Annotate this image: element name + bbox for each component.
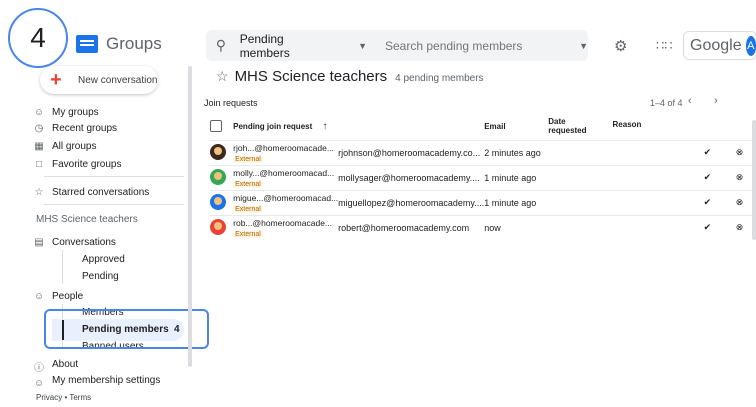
groups-logo-icon [76,35,98,53]
sidebar-item-my-groups[interactable]: My groups [52,104,99,120]
membership-settings-icon: ☺ [33,378,45,389]
star-icon: ☆ [34,187,44,198]
external-badge: External [233,205,263,213]
requester-name: rjoh...@homeroomacade... [233,142,334,153]
table-row[interactable]: rjoh...@homeroomacade... External rjohnso… [210,139,756,165]
avatar [210,143,226,160]
groups-icon: ☺ [33,107,45,118]
check-circle-icon[interactable]: ✔︎ [691,139,724,165]
column-header-date-wrap: Date requested Reason [548,114,692,140]
requester-name: molly...@homeroomacad... [233,167,335,178]
date-requested: 1 minute ago [484,189,549,215]
column-header-email-wrap: Email [484,114,548,140]
sidebar-item-conversations[interactable]: Conversations [52,234,116,250]
sidebar-item-people[interactable]: People [52,288,83,304]
search-options-icon[interactable]: ▼ [579,41,588,51]
chevron-left-icon[interactable]: ‹ [688,95,692,107]
external-badge: External [233,230,263,238]
check-circle-icon[interactable]: ✔︎ [691,164,724,190]
requester-name: rob...@homeroomacade... [233,217,333,228]
join-requests-table: Pending join request ↑ Email Date reques… [210,114,756,240]
search-scope[interactable]: Pending members [240,32,336,60]
app-header: Groups ⚲ Pending members ▼ ▼ ⚙ ∷∷ Google… [0,0,756,62]
account-avatar[interactable]: A [745,35,756,56]
conversations-icon: ▤ [34,237,44,248]
scope-dropdown-icon[interactable]: ▼ [358,41,367,51]
group-title-row: ☆ MHS Science teachers 4 pending members [216,68,484,85]
sidebar-item-starred[interactable]: Starred conversations [52,184,149,200]
table-row[interactable]: molly...@homeroomacad... External mollysa… [210,164,756,190]
column-header-email[interactable]: Email [484,122,505,131]
info-icon: ⓘ [34,363,44,374]
sidebar-divider [44,176,184,177]
requester-name: migue...@homeroomacad... [233,192,339,203]
search-input[interactable] [385,38,574,53]
callout-highlight [44,309,209,349]
sidebar-item-about[interactable]: About [52,356,78,372]
avatar [210,193,226,210]
star-icon[interactable]: ☆ [216,68,229,85]
sort-ascending-icon[interactable]: ↑ [323,121,328,132]
external-badge: External [233,155,263,163]
new-conversation-button[interactable]: + New conversation [40,66,158,94]
people-icon: ☺ [33,291,45,302]
date-requested: 2 minutes ago [484,139,549,165]
chevron-right-icon[interactable]: › [714,95,718,107]
check-circle-icon[interactable]: ✔︎ [691,189,724,215]
sidebar-item-approved[interactable]: Approved [82,254,125,265]
select-all-checkbox[interactable] [210,119,222,132]
section-title: Join requests [204,98,258,108]
date-requested: now [484,214,549,240]
requester-email: rjohnson@homeroomacademy.co... [338,139,485,165]
group-section-label: MHS Science teachers [36,214,138,225]
sidebar-item-all-groups[interactable]: All groups [52,138,96,154]
sidebar-divider [44,204,184,205]
table-header-row: Pending join request ↑ Email Date reques… [210,114,756,140]
column-header-request[interactable]: Pending join request [233,122,312,131]
search-bar[interactable]: ⚲ Pending members ▼ ▼ [206,30,588,61]
app-name: Groups [106,34,162,53]
avatar [210,218,226,235]
apps-grid-icon[interactable]: ∷∷ [656,38,673,54]
sidebar-item-membership-settings[interactable]: My membership settings [52,375,160,385]
column-header-reason: Reason [612,119,642,129]
google-logo: Google [690,36,742,54]
sidebar: + New conversation ☺ My groups ◷ Recent … [0,62,209,407]
table-row[interactable]: migue...@homeroomacad... External miguell… [210,189,756,215]
date-requested: 1 minute ago [484,164,549,190]
sidebar-item-recent-groups[interactable]: Recent groups [52,120,117,136]
sidebar-scrollbar[interactable] [188,66,192,367]
gear-icon[interactable]: ⚙ [614,37,627,55]
requester-email: robert@homeroomacademy.com [338,214,485,240]
page-title: MHS Science teachers [234,68,388,85]
search-icon[interactable]: ⚲ [206,37,236,54]
tree-line [62,250,63,284]
plus-icon: + [50,69,62,91]
step-number-badge: 4 [8,8,68,68]
clock-icon: ◷ [34,123,44,134]
avatar [210,168,226,185]
pending-summary: 4 pending members [395,73,484,84]
sidebar-item-favorite-groups[interactable]: Favorite groups [52,156,121,172]
new-conversation-label: New conversation [78,74,158,86]
favorite-folder-icon: □ [35,159,43,170]
requester-email: miguellopez@homeroomacademy.... [338,189,485,215]
table-row[interactable]: rob...@homeroomacade... External robert@h… [210,214,756,240]
main-content: ☆ MHS Science teachers 4 pending members… [196,62,756,407]
footer-links[interactable]: Privacy • Terms [36,393,91,402]
groups-logo[interactable]: Groups [76,34,162,54]
all-groups-icon: ▦ [34,141,44,152]
account-switcher[interactable]: Google A [683,31,756,60]
sidebar-item-pending[interactable]: Pending [82,271,119,282]
column-header-date[interactable]: Date requested [548,117,588,136]
requester-email: mollysager@homeroomacademy.... [338,164,485,190]
main-scrollbar[interactable] [752,120,756,240]
pagination-label: 1–4 of 4 [650,98,683,108]
external-badge: External [233,180,263,188]
check-circle-icon[interactable]: ✔︎ [691,214,724,240]
